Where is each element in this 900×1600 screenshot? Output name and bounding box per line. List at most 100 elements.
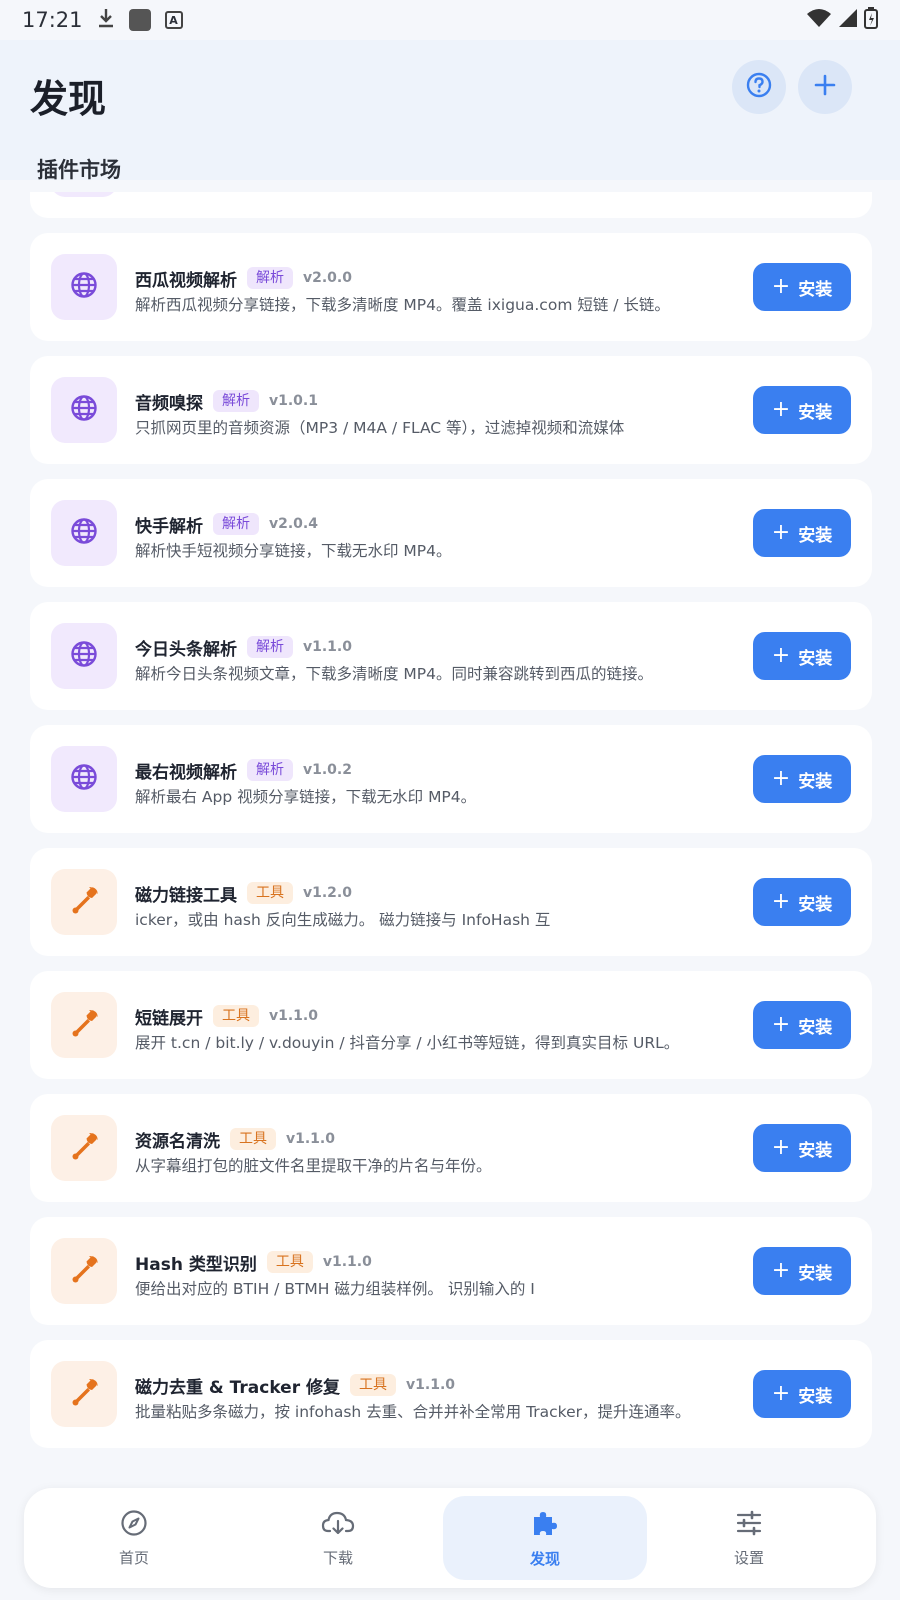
wrench-icon (68, 1253, 100, 1289)
plus-icon: + (771, 520, 791, 545)
plugin-icon-box (51, 1238, 117, 1304)
install-button[interactable]: + 安装 (753, 755, 851, 803)
install-button[interactable]: + 安装 (753, 1370, 851, 1418)
plugin-version: v1.1.0 (406, 1377, 456, 1393)
plugin-card[interactable]: 西瓜视频解析 解析 v2.0.0 解析西瓜视频分享链接，下载多清晰度 MP4。覆盖 i… (30, 233, 872, 341)
install-label: 安装 (798, 648, 833, 669)
plugin-card[interactable]: 磁力链接工具 工具 v1.2.0 icker，或由 hash 反向生成磁力。 磁力链接… (30, 848, 872, 956)
plugin-name: 音频嗅探 (135, 393, 203, 414)
plugin-list[interactable]: 解析 B 站短链 / 视频页 / 番剧免费集，下载 MP4 / DASH 流。无… (0, 192, 900, 1460)
plugin-name-row: 短链展开 工具 v1.1.0 (135, 1003, 318, 1029)
plugin-name: 最右视频解析 (135, 762, 237, 783)
plus-icon: + (771, 643, 791, 668)
plugin-version: v1.1.0 (303, 639, 352, 655)
install-button[interactable]: + 安装 (753, 509, 851, 557)
plugin-icon-box (51, 1361, 117, 1427)
status-time: 17:21 (22, 8, 83, 32)
install-label: 安装 (798, 1386, 833, 1407)
nav-download[interactable]: 下载 (236, 1496, 440, 1580)
plugin-name: 资源名清洗 (135, 1131, 220, 1152)
plugin-name-row: 今日头条解析 解析 v1.1.0 (135, 634, 352, 660)
help-button[interactable] (732, 60, 786, 114)
plus-icon: + (771, 1012, 791, 1037)
nav-settings[interactable]: 设置 (647, 1496, 851, 1580)
plugin-description: 解析今日头条视频文章，下载多清晰度 MP4。同时兼容跳转到西瓜的链接。 (135, 665, 654, 683)
plugin-card[interactable]: 解析 B 站短链 / 视频页 / 番剧免费集，下载 MP4 / DASH 流。无… (30, 192, 872, 218)
wrench-icon (68, 884, 100, 920)
plugin-icon-box (51, 623, 117, 689)
plugin-card[interactable]: 短链展开 工具 v1.1.0 展开 t.cn / bit.ly / v.douyin … (30, 971, 872, 1079)
plugin-card[interactable]: 今日头条解析 解析 v1.1.0 解析今日头条视频文章，下载多清晰度 MP4。同时兼容… (30, 602, 872, 710)
download-status-icon (97, 7, 115, 34)
compass-icon (120, 1509, 148, 1541)
bottom-nav: 首页 下载 发现 设置 (24, 1488, 876, 1588)
plugin-name: 今日头条解析 (135, 639, 237, 660)
nav-home-label: 首页 (118, 1548, 149, 1567)
wrench-icon (68, 1007, 100, 1043)
install-button[interactable]: + 安装 (753, 1124, 851, 1172)
plugin-card[interactable]: 资源名清洗 工具 v1.1.0 从字幕组打包的脏文件名里提取干净的片名与年份。 + 安装 (30, 1094, 872, 1202)
plugin-tag: 解析 (247, 759, 293, 781)
plus-icon (813, 73, 837, 101)
nav-home[interactable]: 首页 (32, 1496, 236, 1580)
plugin-version: v2.0.0 (303, 270, 352, 286)
globe-icon (69, 516, 99, 550)
install-label: 安装 (798, 1263, 833, 1284)
app-status-icon (128, 9, 151, 31)
globe-icon (69, 762, 99, 796)
plus-icon: + (771, 889, 791, 914)
plugin-icon-box (51, 992, 117, 1058)
plugin-version: v2.0.4 (269, 516, 318, 532)
plugin-version: v1.1.0 (322, 1254, 372, 1270)
plugin-tag: 解析 (213, 513, 259, 535)
plugin-version: v1.2.0 (303, 885, 352, 901)
plugin-icon-box (51, 254, 117, 320)
page-title: 发现 (30, 77, 107, 121)
a-status-icon: A (164, 11, 183, 29)
install-button[interactable]: + 安装 (753, 878, 851, 926)
plugin-name-row: 资源名清洗 工具 v1.1.0 (135, 1126, 335, 1152)
plugin-description: 解析西瓜视频分享链接，下载多清晰度 MP4。覆盖 ixigua.com 短链 /… (135, 296, 670, 314)
nav-discover-label: 发现 (529, 1549, 560, 1568)
plugin-name-row: 西瓜视频解析 解析 v2.0.0 (135, 265, 352, 291)
plugin-version: v1.1.0 (286, 1131, 335, 1147)
plus-icon: + (771, 1381, 791, 1406)
plugin-name: 快手解析 (135, 516, 203, 537)
install-button[interactable]: + 安装 (753, 386, 851, 434)
plugin-icon-box (51, 377, 117, 443)
plugin-tag: 解析 (247, 267, 293, 289)
plugin-icon-box (51, 746, 117, 812)
plugin-tag: 工具 (350, 1374, 397, 1396)
status-bar: 17:21 A (0, 0, 900, 40)
plus-icon: + (771, 1135, 791, 1160)
install-button[interactable]: + 安装 (753, 263, 851, 311)
nav-settings-label: 设置 (733, 1548, 764, 1567)
plugin-description: icker，或由 hash 反向生成磁力。 磁力链接与 InfoHash 互 (135, 911, 551, 929)
plus-icon: + (771, 766, 791, 791)
plugin-name-row: 磁力去重 & Tracker 修复 工具 v1.1.0 (135, 1372, 455, 1398)
nav-discover[interactable]: 发现 (443, 1496, 647, 1580)
install-button[interactable]: + 安装 (753, 632, 851, 680)
plugin-card[interactable]: Hash 类型识别 工具 v1.1.0 便给出对应的 BTIH / BTMH 磁力组装… (30, 1217, 872, 1325)
install-button[interactable]: + 安装 (753, 1001, 851, 1049)
plugin-description: 从字幕组打包的脏文件名里提取干净的片名与年份。 (135, 1157, 492, 1175)
sliders-icon (735, 1509, 763, 1541)
plugin-card[interactable]: 快手解析 解析 v2.0.4 解析快手短视频分享链接，下载无水印 MP4。 + 安装 (30, 479, 872, 587)
plugin-card[interactable]: 磁力去重 & Tracker 修复 工具 v1.1.0 批量粘贴多条磁力，按 info… (30, 1340, 872, 1448)
globe-icon (69, 270, 99, 304)
install-label: 安装 (798, 1017, 833, 1038)
plugin-name: 磁力链接工具 (135, 885, 237, 906)
wifi-icon (806, 8, 832, 33)
app-header: 发现 插件市场 (0, 40, 900, 182)
plugin-card[interactable]: 音频嗅探 解析 v1.0.1 只抓网页里的音频资源（MP3 / M4A / FLAC … (30, 356, 872, 464)
install-button[interactable]: + 安装 (753, 1247, 851, 1295)
plugin-tag: 解析 (247, 636, 293, 658)
plugin-name-row: 磁力链接工具 工具 v1.2.0 (135, 880, 352, 906)
install-label: 安装 (798, 402, 833, 423)
plugin-card[interactable]: 最右视频解析 解析 v1.0.2 解析最右 App 视频分享链接，下载无水印 MP4。… (30, 725, 872, 833)
wrench-icon (68, 1376, 100, 1412)
nav-download-label: 下载 (322, 1548, 353, 1567)
plugin-name: 西瓜视频解析 (135, 270, 237, 291)
add-button[interactable] (798, 60, 852, 114)
plugin-tag: 工具 (247, 882, 293, 904)
